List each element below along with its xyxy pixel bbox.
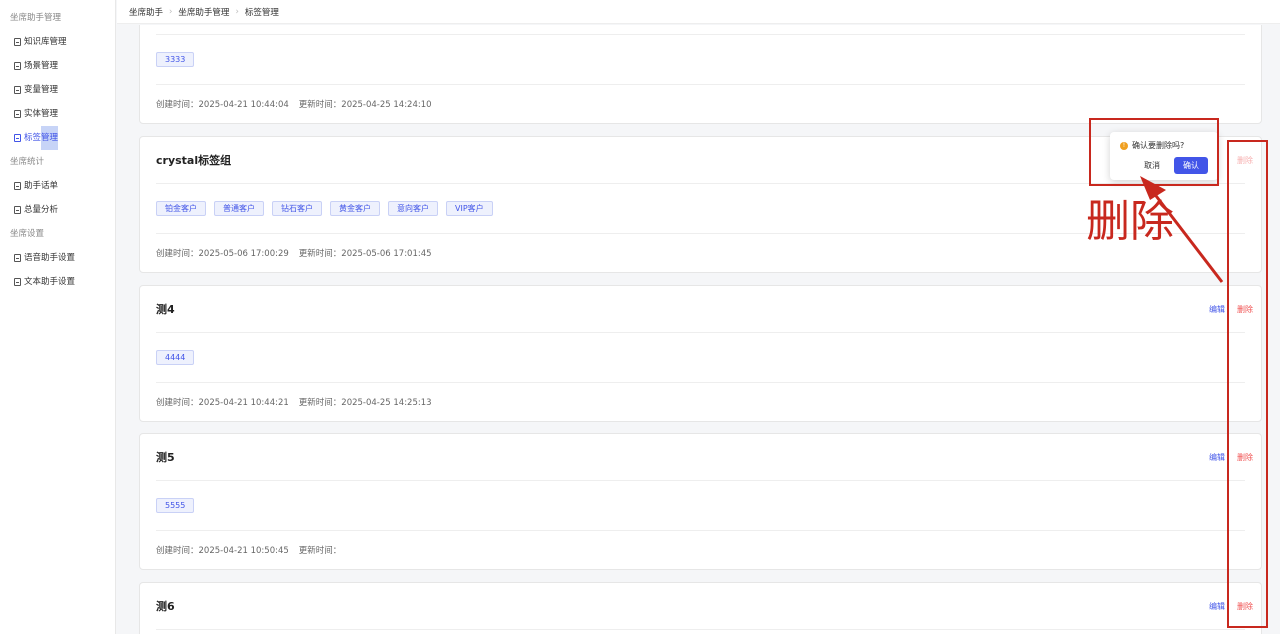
sidebar-item-label: 标签 xyxy=(24,133,42,143)
sidebar-item-variables[interactable]: 变量管理 xyxy=(0,78,115,102)
document-icon xyxy=(14,182,21,190)
sidebar: 坐席助手管理 知识库管理 场景管理 变量管理 实体管理 标签 管理 坐席统计 助手… xyxy=(0,0,116,634)
tag-group-card: 测5 编辑 删除 5555 创建时间：2025-04-21 10:50:45 更… xyxy=(139,433,1262,570)
updated-time: 更新时间：2025-04-25 14:24:10 xyxy=(298,100,432,110)
edit-button[interactable]: 编辑 xyxy=(1209,601,1225,612)
document-icon xyxy=(14,254,21,262)
sidebar-item-label: 文本助手设置 xyxy=(24,277,76,287)
tag: 意向客户 xyxy=(388,201,438,216)
card-title: crystal标签组 xyxy=(156,154,232,167)
sidebar-item-label: 语音助手设置 xyxy=(24,253,76,263)
breadcrumb: 坐席助手 › 坐席助手管理 › 标签管理 xyxy=(117,0,1280,24)
time-info: 创建时间：2025-05-06 17:00:29 更新时间：2025-05-06… xyxy=(156,234,1245,272)
time-info: 创建时间：2025-04-21 10:44:21 更新时间：2025-04-25… xyxy=(156,383,1245,421)
nav-group-settings: 坐席设置 xyxy=(10,229,45,239)
sidebar-item-call-records[interactable]: 助手话单 xyxy=(0,174,115,198)
updated-time: 更新时间： xyxy=(298,546,342,556)
sidebar-item-tags[interactable]: 标签 管理 xyxy=(0,126,115,150)
tag-list: 3333 xyxy=(156,35,1245,85)
card-header: crystal标签组 编辑 删除 xyxy=(156,137,1253,184)
created-time: 创建时间：2025-04-21 10:44:04 xyxy=(156,100,289,110)
document-icon xyxy=(14,86,21,94)
sidebar-item-label: 助手话单 xyxy=(24,181,59,191)
card-header: 测4 编辑 删除 xyxy=(156,286,1253,333)
card-header: 测5 编辑 删除 xyxy=(156,434,1253,481)
tag: 普通客户 xyxy=(214,201,264,216)
nav-group-statistics: 坐席统计 xyxy=(10,157,45,167)
created-time: 创建时间：2025-04-21 10:50:45 xyxy=(156,546,289,556)
time-info: 创建时间：2025-04-21 10:44:04 更新时间：2025-04-25… xyxy=(156,85,1245,123)
sidebar-item-total-analysis[interactable]: 总量分析 xyxy=(0,198,115,222)
document-icon xyxy=(14,206,21,214)
annotation-box-popover xyxy=(1089,118,1219,186)
breadcrumb-item[interactable]: 坐席助手 xyxy=(129,6,163,18)
breadcrumb-item-current: 标签管理 xyxy=(244,7,279,18)
tag: 3333 xyxy=(156,52,195,67)
card-title: 测5 xyxy=(156,451,175,464)
chevron-right-icon: › xyxy=(235,6,239,17)
tag-group-card: 测6 编辑 删除 xyxy=(139,582,1262,634)
sidebar-item-voice-assistant-settings[interactable]: 语音助手设置 xyxy=(0,246,115,270)
sidebar-item-label: 知识库管理 xyxy=(24,37,67,47)
edit-button[interactable]: 编辑 xyxy=(1209,452,1225,463)
document-icon xyxy=(14,110,21,118)
sidebar-item-scenes[interactable]: 场景管理 xyxy=(0,54,115,78)
tag: 钻石客户 xyxy=(272,201,322,216)
tag: 5555 xyxy=(156,498,195,513)
updated-time: 更新时间：2025-05-06 17:01:45 xyxy=(298,249,432,259)
sidebar-item-label: 场景管理 xyxy=(24,61,59,71)
sidebar-item-label-highlight: 管理 xyxy=(41,126,59,150)
created-time: 创建时间：2025-04-21 10:44:21 xyxy=(156,398,289,408)
breadcrumb-item[interactable]: 坐席助手管理 xyxy=(178,6,229,18)
sidebar-item-label: 总量分析 xyxy=(24,205,59,215)
tag: VIP客户 xyxy=(446,201,493,216)
card-title: 测6 xyxy=(156,600,175,613)
document-icon xyxy=(14,62,21,70)
annotation-box-delete-column xyxy=(1227,140,1268,628)
annotation-label: 删除 xyxy=(1086,196,1174,247)
card-header: 测6 编辑 删除 xyxy=(156,583,1253,630)
updated-time: 更新时间：2025-04-25 14:25:13 xyxy=(298,398,432,408)
sidebar-item-label: 实体管理 xyxy=(24,109,59,119)
sidebar-item-entities[interactable]: 实体管理 xyxy=(0,102,115,126)
created-time: 创建时间：2025-05-06 17:00:29 xyxy=(156,249,289,259)
tag: 4444 xyxy=(156,350,195,365)
edit-button[interactable]: 编辑 xyxy=(1209,304,1225,315)
time-info: 创建时间：2025-04-21 10:50:45 更新时间： xyxy=(156,531,1245,569)
sidebar-item-label: 变量管理 xyxy=(24,85,59,95)
document-icon xyxy=(14,278,21,286)
document-icon xyxy=(14,134,21,142)
tag-group-list: 3333 创建时间：2025-04-21 10:44:04 更新时间：2025-… xyxy=(117,25,1280,634)
chevron-right-icon: › xyxy=(169,6,173,17)
tag: 铂金客户 xyxy=(156,201,206,216)
sidebar-item-text-assistant-settings[interactable]: 文本助手设置 xyxy=(0,270,115,294)
nav-group-assistant-management: 坐席助手管理 xyxy=(10,13,62,23)
tag-list: 4444 xyxy=(156,333,1245,383)
tag-group-card: 测4 编辑 删除 4444 创建时间：2025-04-21 10:44:21 更… xyxy=(139,285,1262,422)
tag-list: 铂金客户 普通客户 钻石客户 黄金客户 意向客户 VIP客户 xyxy=(156,184,1245,234)
card-header xyxy=(156,25,1245,35)
tag-list: 5555 xyxy=(156,481,1245,531)
tag-group-card: 3333 创建时间：2025-04-21 10:44:04 更新时间：2025-… xyxy=(139,25,1262,124)
sidebar-item-knowledge-base[interactable]: 知识库管理 xyxy=(0,30,115,54)
document-icon xyxy=(14,38,21,46)
tag: 黄金客户 xyxy=(330,201,380,216)
card-title: 测4 xyxy=(156,303,175,316)
